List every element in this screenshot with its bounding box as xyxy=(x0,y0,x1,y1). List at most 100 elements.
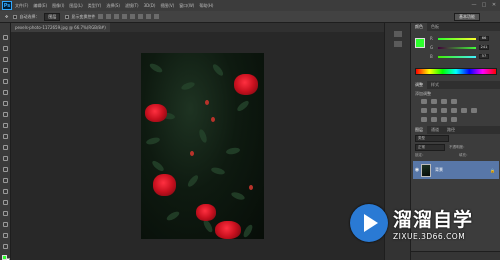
history-panel-icon[interactable] xyxy=(394,31,402,37)
gradient-tool-icon[interactable] xyxy=(3,156,8,161)
watermark: 溜溜自学 ZIXUE.3D66.COM xyxy=(350,198,500,248)
align-middle-icon[interactable] xyxy=(106,14,112,19)
align-bottom-icon[interactable] xyxy=(114,14,120,19)
tab-layers[interactable]: 图层 xyxy=(411,126,427,134)
rose-flower xyxy=(196,204,216,221)
move-tool-icon[interactable]: ✥ xyxy=(5,14,8,19)
document-tab[interactable]: pexels-photo-1172659.jpg @ 66.7%(RGB/8#) xyxy=(11,23,110,32)
menu-select[interactable]: 选择(S) xyxy=(106,3,120,9)
blend-mode-dropdown[interactable]: 正常 xyxy=(415,144,445,151)
menu-edit[interactable]: 编辑(E) xyxy=(33,3,47,9)
color-spectrum-bar[interactable] xyxy=(415,68,497,75)
auto-select-dropdown[interactable]: 图层 xyxy=(44,12,61,21)
exposure-icon[interactable] xyxy=(451,99,457,104)
eyedropper-tool-icon[interactable] xyxy=(3,90,8,95)
quick-select-tool-icon[interactable] xyxy=(3,68,8,73)
gradient-map-icon[interactable] xyxy=(451,117,457,122)
color-panel-foreground[interactable] xyxy=(415,38,425,48)
auto-select-option[interactable]: 自动选择： xyxy=(13,14,39,20)
brush-tool-icon[interactable] xyxy=(3,112,8,117)
brightness-contrast-icon[interactable] xyxy=(421,99,427,104)
distribute-icon[interactable] xyxy=(146,14,152,19)
curves-icon[interactable] xyxy=(441,99,447,104)
healing-brush-tool-icon[interactable] xyxy=(3,101,8,106)
threshold-icon[interactable] xyxy=(441,117,447,122)
adjustments-title: 添加调整 xyxy=(415,91,431,96)
show-transform-checkbox[interactable] xyxy=(65,14,70,19)
layer-name[interactable]: 背景 xyxy=(435,167,443,173)
shape-tool-icon[interactable] xyxy=(3,222,8,227)
hand-tool-icon[interactable] xyxy=(3,233,8,238)
lock-icon: 🔒 xyxy=(490,167,495,173)
rose-photo-canvas[interactable] xyxy=(141,53,264,239)
move-tool-icon[interactable] xyxy=(3,35,8,40)
rose-flower xyxy=(234,74,258,95)
lasso-tool-icon[interactable] xyxy=(3,57,8,62)
type-tool-icon[interactable] xyxy=(3,200,8,205)
hue-saturation-icon[interactable] xyxy=(431,108,437,113)
channel-mixer-icon[interactable] xyxy=(471,108,477,113)
rose-bud xyxy=(205,100,209,105)
layer-row-background[interactable]: ◉ 背景 🔒 xyxy=(413,161,499,179)
menu-help[interactable]: 帮助(H) xyxy=(199,3,213,9)
minimize-button[interactable]: — xyxy=(471,2,477,8)
clone-stamp-tool-icon[interactable] xyxy=(3,123,8,128)
dodge-tool-icon[interactable] xyxy=(3,178,8,183)
rose-bud xyxy=(249,185,253,190)
align-center-icon[interactable] xyxy=(130,14,136,19)
marquee-tool-icon[interactable] xyxy=(3,46,8,51)
tab-swatches[interactable]: 色板 xyxy=(427,23,443,31)
blur-tool-icon[interactable] xyxy=(3,167,8,172)
green-slider[interactable]: G 241 xyxy=(430,45,489,50)
close-button[interactable]: ✕ xyxy=(491,2,497,8)
show-transform-option[interactable]: 显示变换控件 xyxy=(65,14,95,20)
auto-select-checkbox[interactable] xyxy=(13,14,18,19)
tab-adjustments[interactable]: 调整 xyxy=(411,81,427,89)
posterize-icon[interactable] xyxy=(431,117,437,122)
align-right-icon[interactable] xyxy=(138,14,144,19)
layer-thumbnail xyxy=(421,163,431,177)
photo-filter-icon[interactable] xyxy=(461,108,467,113)
visibility-eye-icon[interactable]: ◉ xyxy=(413,167,421,173)
menu-3d[interactable]: 3D(D) xyxy=(144,3,156,8)
path-select-tool-icon[interactable] xyxy=(3,211,8,216)
align-top-icon[interactable] xyxy=(98,14,104,19)
foreground-color-swatch[interactable] xyxy=(2,255,7,260)
tab-styles[interactable]: 样式 xyxy=(427,81,443,89)
menu-filter[interactable]: 滤镜(T) xyxy=(125,3,139,9)
vibrance-icon[interactable] xyxy=(421,108,427,113)
red-slider[interactable]: R 66 xyxy=(430,36,489,41)
align-left-icon[interactable] xyxy=(122,14,128,19)
tab-channels[interactable]: 通道 xyxy=(427,126,443,134)
invert-icon[interactable] xyxy=(421,117,427,122)
rose-bud xyxy=(211,117,215,122)
watermark-text: 溜溜自学 xyxy=(393,209,474,231)
tab-color[interactable]: 颜色 xyxy=(411,23,427,31)
eraser-tool-icon[interactable] xyxy=(3,145,8,150)
menu-image[interactable]: 图像(I) xyxy=(52,3,64,9)
menu-window[interactable]: 窗口(W) xyxy=(179,3,194,9)
3d-mode-icon[interactable] xyxy=(154,14,160,19)
pen-tool-icon[interactable] xyxy=(3,189,8,194)
menu-layer[interactable]: 图层(L) xyxy=(69,3,82,9)
black-white-icon[interactable] xyxy=(451,108,457,113)
menu-view[interactable]: 视图(V) xyxy=(160,3,174,9)
levels-icon[interactable] xyxy=(431,99,437,104)
history-brush-tool-icon[interactable] xyxy=(3,134,8,139)
tab-paths[interactable]: 路径 xyxy=(443,126,459,134)
canvas-area[interactable] xyxy=(11,32,384,260)
rose-flower xyxy=(145,104,167,122)
photoshop-logo: Ps xyxy=(2,1,12,10)
menu-type[interactable]: 类型(Y) xyxy=(88,3,102,9)
maximize-button[interactable]: □ xyxy=(481,2,487,8)
menu-file[interactable]: 文件(F) xyxy=(15,3,28,9)
workspace-dropdown[interactable]: 基本功能 xyxy=(454,13,480,21)
properties-panel-icon[interactable] xyxy=(394,41,402,47)
layer-kind-filter[interactable]: 类型 xyxy=(415,135,449,142)
window-controls: — □ ✕ xyxy=(471,2,497,8)
blue-slider[interactable]: B 57 xyxy=(430,54,489,59)
crop-tool-icon[interactable] xyxy=(3,79,8,84)
layers-panel-footer xyxy=(411,251,500,260)
color-balance-icon[interactable] xyxy=(441,108,447,113)
zoom-tool-icon[interactable] xyxy=(3,244,8,249)
